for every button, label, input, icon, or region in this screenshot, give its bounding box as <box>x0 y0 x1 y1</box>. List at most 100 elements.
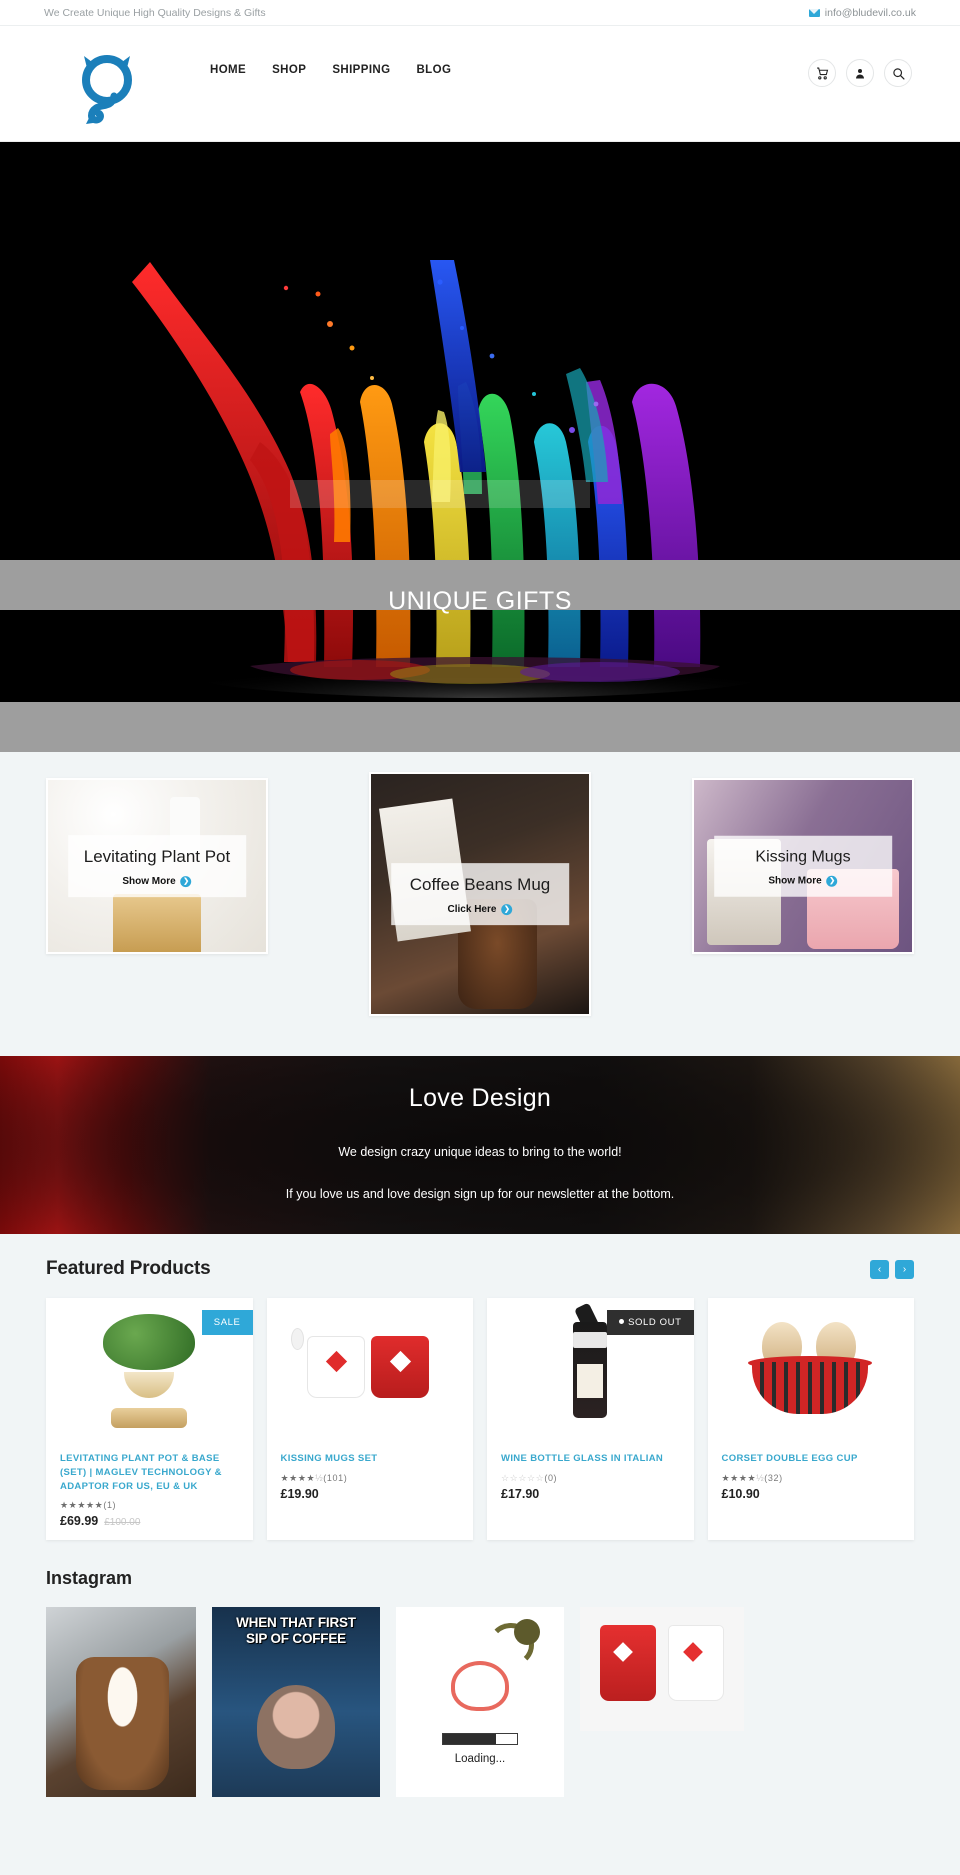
product-title[interactable]: KISSING MUGS SET <box>281 1452 460 1466</box>
instagram-section: Instagram WHEN THAT FIRST SIP OF COFFEE … <box>0 1540 960 1838</box>
gift-card-cta-label: Show More <box>768 875 822 887</box>
product-title[interactable]: WINE BOTTLE GLASS IN ITALIAN <box>501 1452 680 1466</box>
product-price-row: £69.99 £100.00 <box>60 1514 239 1528</box>
rating-count: (0) <box>544 1472 558 1483</box>
carousel-next-button[interactable]: › <box>895 1259 914 1279</box>
rating-count: (101) <box>323 1472 348 1483</box>
product-price-row: £17.90 <box>501 1487 680 1501</box>
product-rating: ★★★★½(101) <box>281 1473 460 1484</box>
gift-card-cta[interactable]: Show More ❯ <box>720 875 886 887</box>
contact-email-group[interactable]: info@bludevil.co.uk <box>808 7 916 19</box>
gift-card-title: Coffee Beans Mug <box>409 875 551 895</box>
cart-button[interactable] <box>808 59 836 87</box>
tagline: We Create Unique High Quality Designs & … <box>44 6 266 19</box>
red-mug-icon <box>600 1625 656 1702</box>
search-button[interactable] <box>884 59 912 87</box>
product-title[interactable]: CORSET DOUBLE EGG CUP <box>722 1452 901 1466</box>
product-price-row: £10.90 <box>722 1487 901 1501</box>
arrow-right-circle-icon: ❯ <box>826 875 838 887</box>
arrow-right-circle-icon: ❯ <box>501 903 513 915</box>
gift-card-overlay: Coffee Beans Mug Click Here ❯ <box>391 863 569 925</box>
site-logo[interactable] <box>74 52 140 124</box>
product-card[interactable]: CORSET DOUBLE EGG CUP ★★★★½(32) £10.90 <box>707 1298 914 1541</box>
featured-products-list: SALE LEVITATING PLANT POT & BASE (SET) |… <box>46 1298 914 1541</box>
gift-card-coffee-beans-mug[interactable]: Coffee Beans Mug Click Here ❯ <box>369 772 591 1016</box>
site-header: HOME SHOP SHIPPING BLOG <box>0 26 960 142</box>
unique-gifts-section: Levitating Plant Pot Show More ❯ Coffee … <box>0 752 960 1056</box>
loading-bar <box>442 1733 518 1746</box>
instagram-post[interactable]: Loading... <box>396 1607 564 1798</box>
product-image[interactable] <box>707 1298 914 1446</box>
product-price-row: £19.90 <box>281 1487 460 1501</box>
rating-count: (32) <box>764 1472 783 1483</box>
sold-out-label: SOLD OUT <box>628 1317 682 1328</box>
carousel-nav: ‹ › <box>870 1259 914 1279</box>
product-rating: ☆☆☆☆☆(0) <box>501 1473 680 1484</box>
featured-products-section: Featured Products ‹ › SALE LEVITATING PL… <box>0 1234 960 1541</box>
gift-card-levitating-plant-pot[interactable]: Levitating Plant Pot Show More ❯ <box>46 778 268 954</box>
carousel-prev-button[interactable]: ‹ <box>870 1259 889 1279</box>
gift-card-title: Levitating Plant Pot <box>83 847 231 867</box>
gift-card-cta[interactable]: Click Here ❯ <box>397 903 563 915</box>
maglev-base-icon <box>111 1408 188 1428</box>
contact-email-link[interactable]: info@bludevil.co.uk <box>825 7 916 19</box>
user-icon <box>856 68 864 78</box>
hero-band-title: UNIQUE GIFTS <box>388 587 572 615</box>
nav-item-shop[interactable]: SHOP <box>272 64 306 76</box>
instagram-post[interactable] <box>580 1607 744 1732</box>
nav-item-shipping[interactable]: SHIPPING <box>332 64 390 76</box>
gift-card-cta-label: Show More <box>122 875 176 887</box>
monkey-image <box>257 1685 335 1770</box>
instagram-grid: WHEN THAT FIRST SIP OF COFFEE Loading... <box>46 1607 914 1798</box>
glass-icon <box>573 1332 608 1348</box>
bonsai-foliage-icon <box>103 1314 196 1370</box>
featured-products-header: Featured Products ‹ › <box>46 1258 914 1280</box>
nav-item-home[interactable]: HOME <box>210 64 246 76</box>
instagram-title: Instagram <box>46 1568 133 1589</box>
gift-card-overlay: Levitating Plant Pot Show More ❯ <box>68 835 246 897</box>
nav-item-blog[interactable]: BLOG <box>416 64 451 76</box>
bottle-label-icon <box>577 1364 604 1398</box>
gift-card-cta[interactable]: Show More ❯ <box>74 875 240 887</box>
product-price: £69.99 <box>60 1514 99 1529</box>
main-nav[interactable]: HOME SHOP SHIPPING BLOG <box>210 64 451 76</box>
gift-card-kissing-mugs[interactable]: Kissing Mugs Show More ❯ <box>692 778 914 954</box>
love-design-line-1: We design crazy unique ideas to bring to… <box>338 1145 622 1159</box>
love-design-section: Love Design We design crazy unique ideas… <box>0 1056 960 1234</box>
rating-stars-filled: ★★★★★ <box>60 1500 104 1511</box>
brain-icon <box>451 1661 509 1712</box>
product-card[interactable]: SOLD OUT WINE BOTTLE GLASS IN ITALIAN ☆☆… <box>487 1298 694 1541</box>
loading-label: Loading... <box>454 1753 506 1766</box>
corset-egg-cup-icon <box>751 1362 868 1414</box>
charger-plug-icon <box>514 1619 540 1646</box>
caption-line-2: SIP OF COFFEE <box>246 1630 346 1646</box>
instagram-post-caption: WHEN THAT FIRST SIP OF COFFEE <box>212 1615 380 1646</box>
product-image[interactable] <box>266 1298 473 1446</box>
caption-line-1: WHEN THAT FIRST <box>236 1615 356 1631</box>
hero-light-sweep <box>290 480 590 508</box>
sold-out-badge: SOLD OUT <box>607 1310 694 1335</box>
rating-stars-filled: ★★★★ <box>721 1472 757 1483</box>
product-card[interactable]: KISSING MUGS SET ★★★★½(101) £19.90 <box>266 1298 473 1541</box>
gift-card-cta-label: Click Here <box>447 903 497 915</box>
account-button[interactable] <box>846 59 874 87</box>
product-old-price: £100.00 <box>104 1517 141 1529</box>
hero-band-spacer <box>0 702 960 752</box>
cart-icon <box>816 67 828 79</box>
arrow-right-circle-icon: ❯ <box>180 875 192 887</box>
love-design-title: Love Design <box>408 1084 552 1112</box>
product-title[interactable]: LEVITATING PLANT POT & BASE (SET) | MAGL… <box>60 1452 239 1493</box>
product-price: £19.90 <box>280 1486 319 1501</box>
rating-count: (1) <box>103 1500 117 1511</box>
spoon-icon <box>290 1328 304 1350</box>
gift-card-overlay: Kissing Mugs Show More ❯ <box>714 835 892 897</box>
product-card[interactable]: SALE LEVITATING PLANT POT & BASE (SET) |… <box>46 1298 253 1541</box>
product-rating: ★★★★½(32) <box>722 1473 901 1484</box>
rating-stars-empty: ☆☆☆☆☆ <box>501 1472 545 1483</box>
instagram-post[interactable]: WHEN THAT FIRST SIP OF COFFEE <box>212 1607 380 1798</box>
envelope-icon <box>808 8 820 17</box>
instagram-post[interactable] <box>46 1607 196 1798</box>
product-rating: ★★★★★(1) <box>60 1500 239 1511</box>
hero-band: UNIQUE GIFTS <box>0 560 960 615</box>
gift-card-title: Kissing Mugs <box>755 848 851 866</box>
